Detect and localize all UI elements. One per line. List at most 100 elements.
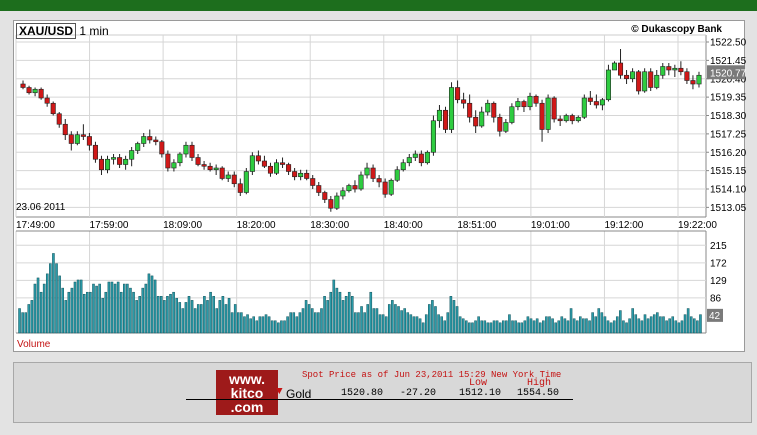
candle-up xyxy=(412,153,418,158)
volume-bar xyxy=(76,279,80,334)
volume-bar xyxy=(61,287,64,334)
volume-bar xyxy=(486,322,490,334)
candle-down xyxy=(280,162,286,165)
volume-bar xyxy=(113,283,117,334)
volume-bar xyxy=(283,320,286,334)
volume-bar xyxy=(347,291,351,334)
candle-down xyxy=(98,158,104,171)
candle-down xyxy=(442,109,449,130)
volume-bar xyxy=(686,308,690,334)
candle-down xyxy=(418,153,424,164)
volume-bar xyxy=(215,308,219,334)
candle-up xyxy=(225,174,231,179)
volume-bar xyxy=(119,291,123,334)
candle-up xyxy=(177,153,183,164)
volume-bar xyxy=(317,312,320,334)
volume-bar xyxy=(461,318,465,334)
volume-bar xyxy=(428,304,431,334)
volume-bar xyxy=(554,322,557,334)
volume-bar xyxy=(159,296,163,334)
volume-bar xyxy=(24,312,27,334)
candle-up xyxy=(249,155,255,172)
time-tick-label: 18:20:00 xyxy=(237,220,276,231)
candle-down xyxy=(491,102,497,118)
spot-time-label: Spot Price as of Jun 23,2011 15:29 New Y… xyxy=(302,370,562,380)
volume-bar xyxy=(535,318,539,334)
chart-title: XAU/USD 1 min xyxy=(16,23,109,39)
price-underline xyxy=(186,399,573,400)
volume-bar xyxy=(375,308,379,334)
volume-bar xyxy=(332,279,336,334)
candle-down xyxy=(231,174,237,185)
volume-bar xyxy=(683,314,687,334)
volume-bar xyxy=(252,316,255,334)
candle-down xyxy=(117,157,123,165)
candle-up xyxy=(340,190,346,197)
candle-down xyxy=(267,165,273,174)
volume-bar xyxy=(603,316,607,334)
volume-bar xyxy=(273,320,277,334)
volume-bar xyxy=(680,320,684,334)
logo-line-1: www. xyxy=(228,371,266,387)
volume-bar xyxy=(116,281,120,334)
volume-bar xyxy=(351,296,354,334)
volume-bar xyxy=(187,296,191,334)
candle-down xyxy=(292,171,298,178)
candle-down xyxy=(310,178,316,186)
volume-bar xyxy=(224,304,228,334)
volume-bar xyxy=(129,287,132,334)
volume-bar xyxy=(532,320,536,334)
candle-down xyxy=(521,101,527,108)
candle-up xyxy=(243,171,249,193)
candle-up xyxy=(630,71,636,80)
volume-bar xyxy=(323,296,326,334)
candle-down xyxy=(648,71,654,88)
volume-bar xyxy=(258,316,262,334)
time-tick-label: 17:59:00 xyxy=(90,220,129,231)
candle-down xyxy=(352,185,358,190)
volume-bar xyxy=(569,308,573,334)
volume-bar xyxy=(169,293,172,334)
candle-down xyxy=(237,183,243,193)
time-tick-label: 18:40:00 xyxy=(384,220,423,231)
volume-bar xyxy=(18,308,21,334)
volume-bar xyxy=(329,291,333,334)
volume-bar xyxy=(575,320,579,334)
candle-down xyxy=(636,71,642,92)
candle-up xyxy=(406,157,412,164)
volume-bar xyxy=(458,316,462,334)
volume-bar xyxy=(437,314,440,334)
top-bar xyxy=(0,0,757,11)
volume-bar xyxy=(196,304,200,334)
candle-up xyxy=(642,71,648,92)
symbol-label: XAU/USD xyxy=(16,23,77,39)
last-volume-label: 42 xyxy=(709,311,721,322)
kitco-logo[interactable]: www. kitco .com xyxy=(216,370,278,415)
candle-down xyxy=(26,87,32,94)
down-arrow-icon: ▼ xyxy=(276,386,283,398)
volume-bar xyxy=(237,312,240,334)
volume-bar xyxy=(138,296,141,334)
volume-bar xyxy=(98,283,101,334)
volume-bar xyxy=(615,316,619,334)
volume-bar xyxy=(95,285,98,334)
time-tick-label: 18:51:00 xyxy=(457,220,496,231)
volume-bar xyxy=(79,279,83,334)
volume-bar xyxy=(295,316,299,334)
volume-bar xyxy=(628,318,631,334)
candle-up xyxy=(394,169,400,181)
candle-up xyxy=(298,172,304,178)
volume-bar xyxy=(150,275,154,334)
volume-bar xyxy=(206,300,209,334)
candle-up xyxy=(605,69,611,101)
time-tick-label: 17:49:00 xyxy=(16,220,55,231)
candle-up xyxy=(509,106,515,123)
candle-down xyxy=(219,167,225,179)
candle-down xyxy=(165,153,171,169)
volume-bar xyxy=(314,312,317,334)
volume-bar xyxy=(49,263,52,334)
candle-down xyxy=(684,71,690,81)
volume-bar xyxy=(523,320,527,334)
volume-bar xyxy=(508,314,511,334)
volume-bar xyxy=(640,320,644,334)
